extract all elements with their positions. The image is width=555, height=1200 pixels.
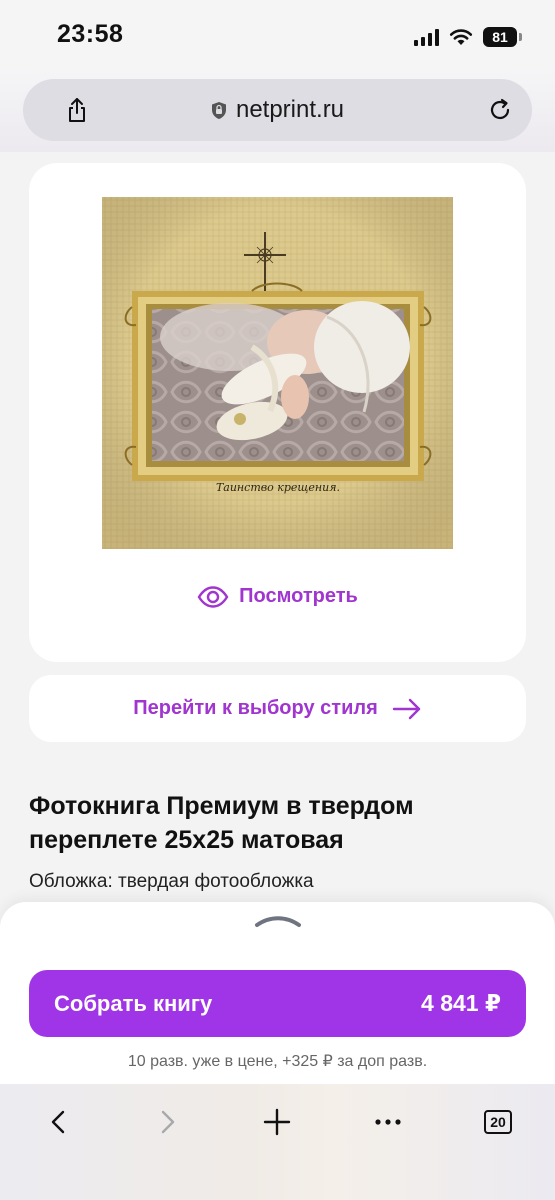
price-label: 4 841 ₽ <box>421 990 501 1016</box>
tabs-icon: 20 <box>484 1110 512 1134</box>
share-icon[interactable] <box>65 97 89 123</box>
choose-style-button[interactable]: Перейти к выбору стиля <box>29 675 526 742</box>
status-time: 23:58 <box>57 20 124 48</box>
build-book-button[interactable]: Собрать книгу 4 841 ₽ <box>29 970 526 1037</box>
back-icon <box>51 1110 65 1134</box>
choose-style-label: Перейти к выбору стиля <box>133 697 378 719</box>
status-bar: 23:58 81 <box>0 0 555 70</box>
new-tab-icon <box>263 1108 291 1136</box>
price-note: 10 разв. уже в цене, +325 ₽ за доп разв. <box>127 1053 428 1070</box>
browser-address-area: netprint.ru <box>0 70 555 152</box>
new-tab-button[interactable] <box>259 1104 295 1140</box>
lock-shield-icon <box>211 101 226 119</box>
tabs-count-label: 20 <box>490 1114 506 1130</box>
address-bar[interactable]: netprint.ru <box>23 79 532 141</box>
cover-preview-card: Таинство крещения. Посмотреть <box>29 163 526 662</box>
eye-icon <box>197 585 229 608</box>
url-text: netprint.ru <box>235 96 345 123</box>
tabs-button[interactable]: 20 <box>480 1104 516 1140</box>
battery-level: 81 <box>492 29 508 45</box>
cover-caption: Таинство крещения. <box>216 481 340 494</box>
back-button[interactable] <box>40 1104 76 1140</box>
battery-icon: 81 <box>483 27 522 47</box>
product-cover-type: Обложка: твердая фотообложка <box>29 871 314 892</box>
preview-button[interactable]: Посмотреть <box>29 585 526 608</box>
forward-button[interactable] <box>150 1104 186 1140</box>
product-title: Фотокнига Премиум в твердом переплете 25… <box>29 792 414 854</box>
address-center[interactable]: netprint.ru <box>211 96 344 124</box>
arrow-right-icon <box>392 698 420 719</box>
photobook-cover-image[interactable]: Таинство крещения. <box>102 197 453 549</box>
signal-icon <box>414 28 439 46</box>
wifi-icon <box>449 29 473 45</box>
more-button[interactable] <box>370 1104 406 1140</box>
build-book-label: Собрать книгу <box>54 990 213 1016</box>
preview-label: Посмотреть <box>239 585 358 607</box>
chevron-up-icon[interactable] <box>254 914 302 928</box>
reload-icon[interactable] <box>488 97 512 123</box>
bottom-sheet: Собрать книгу 4 841 ₽ 10 разв. уже в цен… <box>0 902 555 1084</box>
browser-toolbar: 20 <box>0 1084 555 1200</box>
forward-icon <box>161 1110 175 1134</box>
status-icons: 81 <box>414 24 522 50</box>
more-icon <box>375 1119 401 1125</box>
